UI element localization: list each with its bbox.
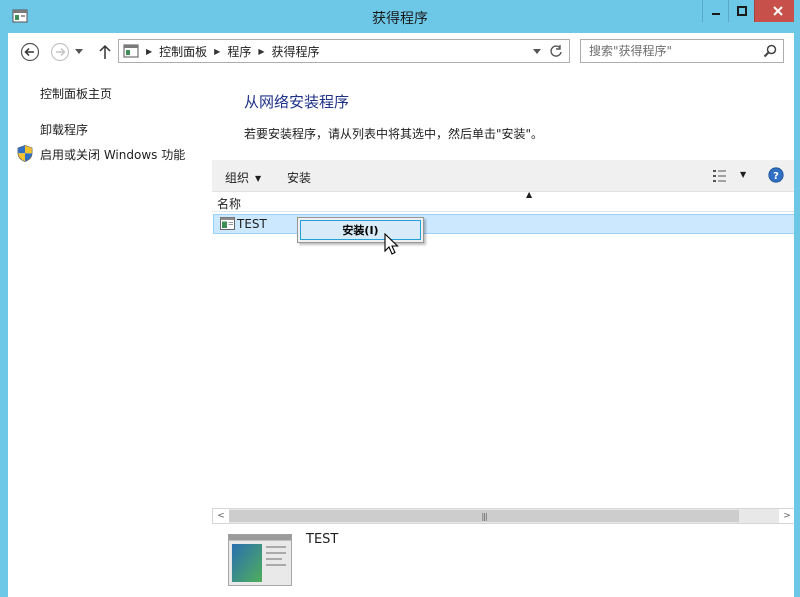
list-column-header[interactable]: 名称 ▲	[212, 190, 800, 212]
svg-text:?: ?	[773, 171, 779, 182]
address-dropdown-icon[interactable]	[533, 46, 541, 56]
scroll-right-button[interactable]: >	[779, 509, 795, 523]
details-item-name: TEST	[306, 532, 339, 547]
back-icon	[20, 42, 40, 62]
page-title: 从网络安装程序	[244, 93, 350, 111]
breadcrumb: ▶ 控制面板 ▶ 程序 ▶ 获得程序	[123, 43, 320, 59]
window-controls	[702, 0, 800, 22]
program-large-icon	[228, 534, 292, 586]
command-bar: 组织 ▼ 安装 ▼ ?	[212, 160, 800, 192]
chevron-right-icon: >	[783, 511, 791, 521]
maximize-button[interactable]	[728, 0, 754, 22]
shield-icon	[17, 145, 33, 162]
chevron-left-icon: <	[217, 511, 225, 521]
control-panel-home-link[interactable]: 控制面板主页	[40, 85, 112, 102]
back-button[interactable]	[19, 41, 41, 63]
minimize-button[interactable]	[702, 0, 728, 22]
breadcrumb-separator-icon[interactable]: ▶	[146, 47, 152, 56]
refresh-icon	[550, 45, 562, 57]
recent-pages-dropdown[interactable]	[72, 41, 86, 63]
context-menu-install-item[interactable]: 安装(I)	[300, 220, 421, 240]
forward-button[interactable]	[49, 41, 71, 63]
program-icon	[220, 217, 235, 230]
address-row: ▶ 控制面板 ▶ 程序 ▶ 获得程序	[8, 33, 800, 71]
search-input[interactable]	[581, 40, 751, 62]
view-icon[interactable]	[712, 168, 730, 184]
up-button[interactable]	[94, 41, 116, 63]
horizontal-scrollbar[interactable]: < ||| >	[212, 508, 796, 524]
window-border	[794, 0, 800, 597]
view-options-dropdown-icon[interactable]: ▼	[740, 170, 746, 179]
control-panel-icon	[123, 44, 139, 58]
install-button[interactable]: 安装	[287, 169, 311, 186]
list-item-label: TEST	[237, 217, 267, 231]
minimize-icon	[711, 13, 720, 15]
scrollbar-thumb[interactable]: |||	[229, 510, 739, 522]
breadcrumb-control-panel[interactable]: 控制面板	[159, 43, 207, 60]
help-icon[interactable]: ?	[768, 167, 784, 183]
search-icon[interactable]	[763, 44, 777, 58]
breadcrumb-separator-icon[interactable]: ▶	[214, 47, 220, 56]
window-body: ▶ 控制面板 ▶ 程序 ▶ 获得程序 控制面板	[8, 33, 800, 597]
close-icon	[772, 6, 783, 16]
uninstall-program-link[interactable]: 卸载程序	[40, 121, 88, 138]
organize-label: 组织	[225, 171, 250, 185]
title-bar: 获得程序	[0, 0, 800, 33]
chevron-down-icon: ▼	[255, 174, 262, 183]
breadcrumb-programs[interactable]: 程序	[227, 43, 251, 60]
address-bar[interactable]: ▶ 控制面板 ▶ 程序 ▶ 获得程序	[118, 39, 570, 63]
search-box[interactable]	[580, 39, 784, 63]
forward-icon	[50, 42, 70, 62]
column-name[interactable]: 名称	[217, 195, 241, 212]
windows-features-link[interactable]: 启用或关闭 Windows 功能	[40, 146, 185, 163]
scroll-left-button[interactable]: <	[213, 509, 229, 523]
cursor-icon	[384, 233, 399, 255]
page-description: 若要安装程序，请从列表中将其选中，然后单击"安装"。	[244, 127, 544, 141]
sort-ascending-icon: ▲	[526, 190, 533, 199]
organize-button[interactable]: 组织 ▼	[225, 169, 261, 186]
context-menu: 安装(I)	[297, 217, 424, 243]
left-pane: 控制面板主页 卸载程序 启用或关闭 Windows 功能	[8, 71, 208, 597]
refresh-button[interactable]	[547, 42, 565, 60]
details-pane: TEST	[212, 524, 800, 597]
maximize-icon	[736, 6, 747, 16]
up-icon	[99, 44, 111, 59]
chevron-down-icon	[75, 49, 83, 54]
breadcrumb-separator-icon[interactable]: ▶	[258, 47, 264, 56]
breadcrumb-get-programs[interactable]: 获得程序	[272, 43, 320, 60]
grip-icon: |||	[481, 511, 487, 521]
window-title: 获得程序	[372, 11, 428, 27]
